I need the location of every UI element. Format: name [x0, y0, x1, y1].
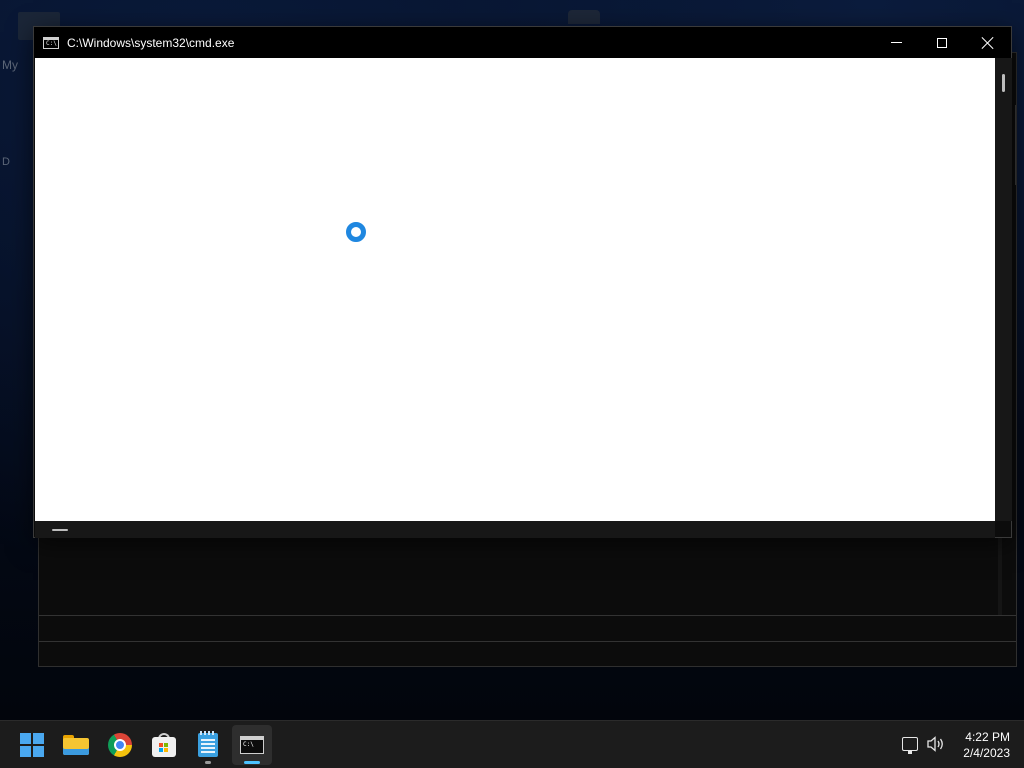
console-output-area[interactable] — [35, 58, 995, 521]
horizontal-scroll-thumb[interactable] — [52, 529, 68, 531]
vertical-scroll-thumb[interactable] — [1002, 74, 1005, 92]
minimize-icon — [890, 42, 902, 43]
cmd-icon: C:\ — [43, 36, 59, 49]
volume-icon[interactable] — [927, 736, 945, 752]
network-icon[interactable] — [902, 737, 918, 754]
horizontal-scrollbar[interactable] — [35, 521, 995, 538]
background-divider — [39, 615, 1016, 616]
window-controls — [873, 27, 1011, 58]
desktop-shortcut-label[interactable]: My — [2, 58, 18, 72]
maximize-icon — [937, 37, 947, 48]
loading-spinner-icon — [346, 222, 366, 242]
windows-logo-icon — [20, 733, 44, 757]
taskbar-item-notepad[interactable] — [188, 725, 228, 765]
taskbar: C:\ 4:22 PM 2/4/2023 — [0, 720, 1024, 768]
close-button[interactable] — [965, 27, 1011, 58]
taskbar-item-store[interactable] — [144, 725, 184, 765]
cmd-window[interactable]: C:\ C:\Windows\system32\cmd.exe — [33, 26, 1012, 538]
clock-date: 2/4/2023 — [963, 746, 1010, 760]
taskbar-item-chrome[interactable] — [100, 725, 140, 765]
system-clock[interactable]: 4:22 PM 2/4/2023 — [963, 729, 1010, 761]
store-icon — [152, 733, 176, 757]
close-icon — [982, 37, 994, 49]
open-indicator — [205, 761, 211, 764]
clock-time: 4:22 PM — [965, 730, 1010, 744]
desktop-shortcut-label[interactable]: D — [2, 156, 10, 168]
title-bar[interactable]: C:\ C:\Windows\system32\cmd.exe — [34, 27, 1011, 58]
background-divider — [1015, 105, 1016, 185]
folder-icon — [63, 735, 89, 755]
notepad-icon — [198, 731, 218, 757]
terminal-icon: C:\ — [240, 736, 264, 754]
minimize-button[interactable] — [873, 27, 919, 58]
chrome-icon — [108, 733, 132, 757]
background-divider — [39, 641, 1016, 642]
window-title: C:\Windows\system32\cmd.exe — [67, 35, 235, 50]
taskbar-item-command-prompt[interactable]: C:\ — [232, 725, 272, 765]
focused-indicator — [244, 761, 260, 764]
vertical-scrollbar[interactable] — [995, 58, 1012, 521]
taskbar-item-file-explorer[interactable] — [56, 725, 96, 765]
start-button[interactable] — [12, 725, 52, 765]
desktop-shortcut-icon[interactable] — [568, 10, 600, 24]
maximize-button[interactable] — [919, 27, 965, 58]
